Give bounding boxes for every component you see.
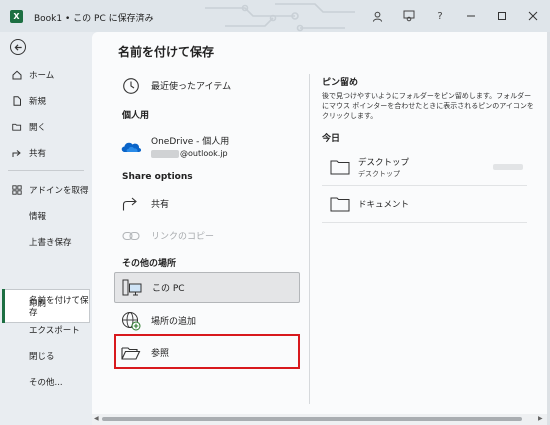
maximize-icon[interactable] [493, 7, 511, 25]
nav-close[interactable]: 閉じる [0, 344, 92, 368]
location-share[interactable]: 共有 [114, 188, 300, 219]
backstage-nav: ホーム 新規 開く 共有 アドインを取得 情報 上書き保存 名前を付けて保存 印 [0, 32, 92, 425]
onedrive-email-domain: @outlook.jp [180, 149, 228, 158]
save-as-panel: 名前を付けて保存 最近使ったアイテム 個人用 OneDrive - 個人用 @o… [92, 32, 547, 414]
nav-new[interactable]: 新規 [0, 89, 92, 113]
pinned-description: 後で見つけやすいようにフォルダーをピン留めします。フォルダーにマウス ポインター… [322, 92, 534, 120]
panel-divider [309, 74, 310, 404]
folder-path: デスクトップ [358, 169, 400, 178]
link-icon [120, 225, 142, 247]
location-share-label: 共有 [151, 200, 170, 210]
share-arrow-icon [120, 193, 142, 215]
horizontal-scrollbar[interactable]: ◀ ▶ [92, 414, 547, 425]
close-window-icon[interactable] [524, 7, 542, 25]
row-divider [322, 185, 527, 186]
share-icon [12, 148, 22, 158]
share-options-header: Share options [122, 172, 193, 182]
nav-info[interactable]: 情報 [0, 204, 92, 228]
nav-more[interactable]: その他... [0, 370, 92, 394]
nav-info-label: 情報 [29, 212, 47, 222]
excel-logo-icon: X [10, 10, 23, 23]
folder-row[interactable]: デスクトップ デスクトップ [322, 152, 527, 182]
nav-home[interactable]: ホーム [0, 63, 92, 87]
nav-share-label: 共有 [29, 149, 47, 159]
browse-highlight [114, 334, 300, 369]
scroll-left-icon[interactable]: ◀ [94, 415, 99, 422]
nav-addins[interactable]: アドインを取得 [0, 178, 92, 202]
location-recent[interactable]: 最近使ったアイテム [114, 70, 300, 101]
new-document-icon [12, 96, 22, 106]
this-pc-icon [121, 277, 143, 299]
title-bar: X Book1 • この PC に保存済み ? [0, 0, 550, 32]
location-recent-label: 最近使ったアイテム [151, 82, 232, 92]
nav-print-label: 印刷 [29, 299, 47, 309]
folder-name: ドキュメント [358, 200, 410, 210]
onedrive-label: OneDrive - 個人用 [151, 137, 230, 147]
nav-overwrite-save[interactable]: 上書き保存 [0, 230, 92, 254]
folder-row[interactable]: ドキュメント [322, 189, 527, 219]
nav-home-label: ホーム [29, 71, 55, 81]
page-title: 名前を付けて保存 [118, 45, 215, 59]
today-title: 今日 [322, 134, 341, 144]
location-add-place[interactable]: 場所の追加 [114, 305, 300, 336]
location-copy-link-label: リンクのコピー [151, 232, 215, 242]
nav-share[interactable]: 共有 [0, 141, 92, 165]
nav-new-label: 新規 [29, 97, 47, 107]
back-arrow-icon[interactable] [10, 39, 26, 55]
location-add-place-label: 場所の追加 [151, 317, 197, 327]
redacted-date [493, 164, 523, 170]
location-onedrive[interactable]: OneDrive - 個人用 @outlook.jp [114, 128, 300, 164]
row-divider [322, 222, 527, 223]
onedrive-email: @outlook.jp [151, 149, 229, 158]
nav-divider [8, 170, 84, 171]
folder-icon [330, 196, 350, 212]
nav-export[interactable]: エクスポート [0, 318, 92, 342]
nav-addins-label: アドインを取得 [29, 186, 89, 196]
globe-plus-icon [120, 310, 142, 332]
clock-icon [120, 75, 142, 97]
location-copy-link: リンクのコピー [114, 220, 300, 251]
window-title: Book1 • この PC に保存済み [34, 14, 154, 24]
location-this-pc-label: この PC [152, 284, 185, 294]
addins-grid-icon [12, 185, 22, 195]
nav-close-label: 閉じる [29, 352, 55, 362]
nav-open-label: 開く [29, 123, 47, 133]
pinned-title: ピン留め [322, 78, 359, 88]
nav-export-label: エクスポート [29, 326, 80, 336]
circuit-decoration [205, 3, 355, 32]
folder-name: デスクトップ [358, 157, 410, 168]
coauthor-icon[interactable] [400, 7, 418, 25]
help-icon[interactable]: ? [431, 7, 449, 25]
nav-overwrite-save-label: 上書き保存 [29, 238, 72, 248]
open-folder-icon [12, 122, 22, 132]
nav-print[interactable]: 印刷 [0, 291, 92, 315]
personal-section-header: 個人用 [122, 111, 150, 121]
location-this-pc[interactable]: この PC [114, 272, 300, 303]
account-icon[interactable] [368, 7, 386, 25]
folder-icon [330, 159, 350, 175]
home-icon [12, 70, 22, 80]
onedrive-cloud-icon [120, 135, 142, 157]
redacted-username [151, 149, 179, 158]
nav-open[interactable]: 開く [0, 115, 92, 139]
other-locations-header: その他の場所 [122, 259, 177, 269]
nav-more-label: その他... [29, 378, 63, 388]
scroll-thumb[interactable] [102, 417, 522, 421]
scroll-right-icon[interactable]: ▶ [538, 415, 543, 422]
minimize-icon[interactable] [462, 7, 480, 25]
